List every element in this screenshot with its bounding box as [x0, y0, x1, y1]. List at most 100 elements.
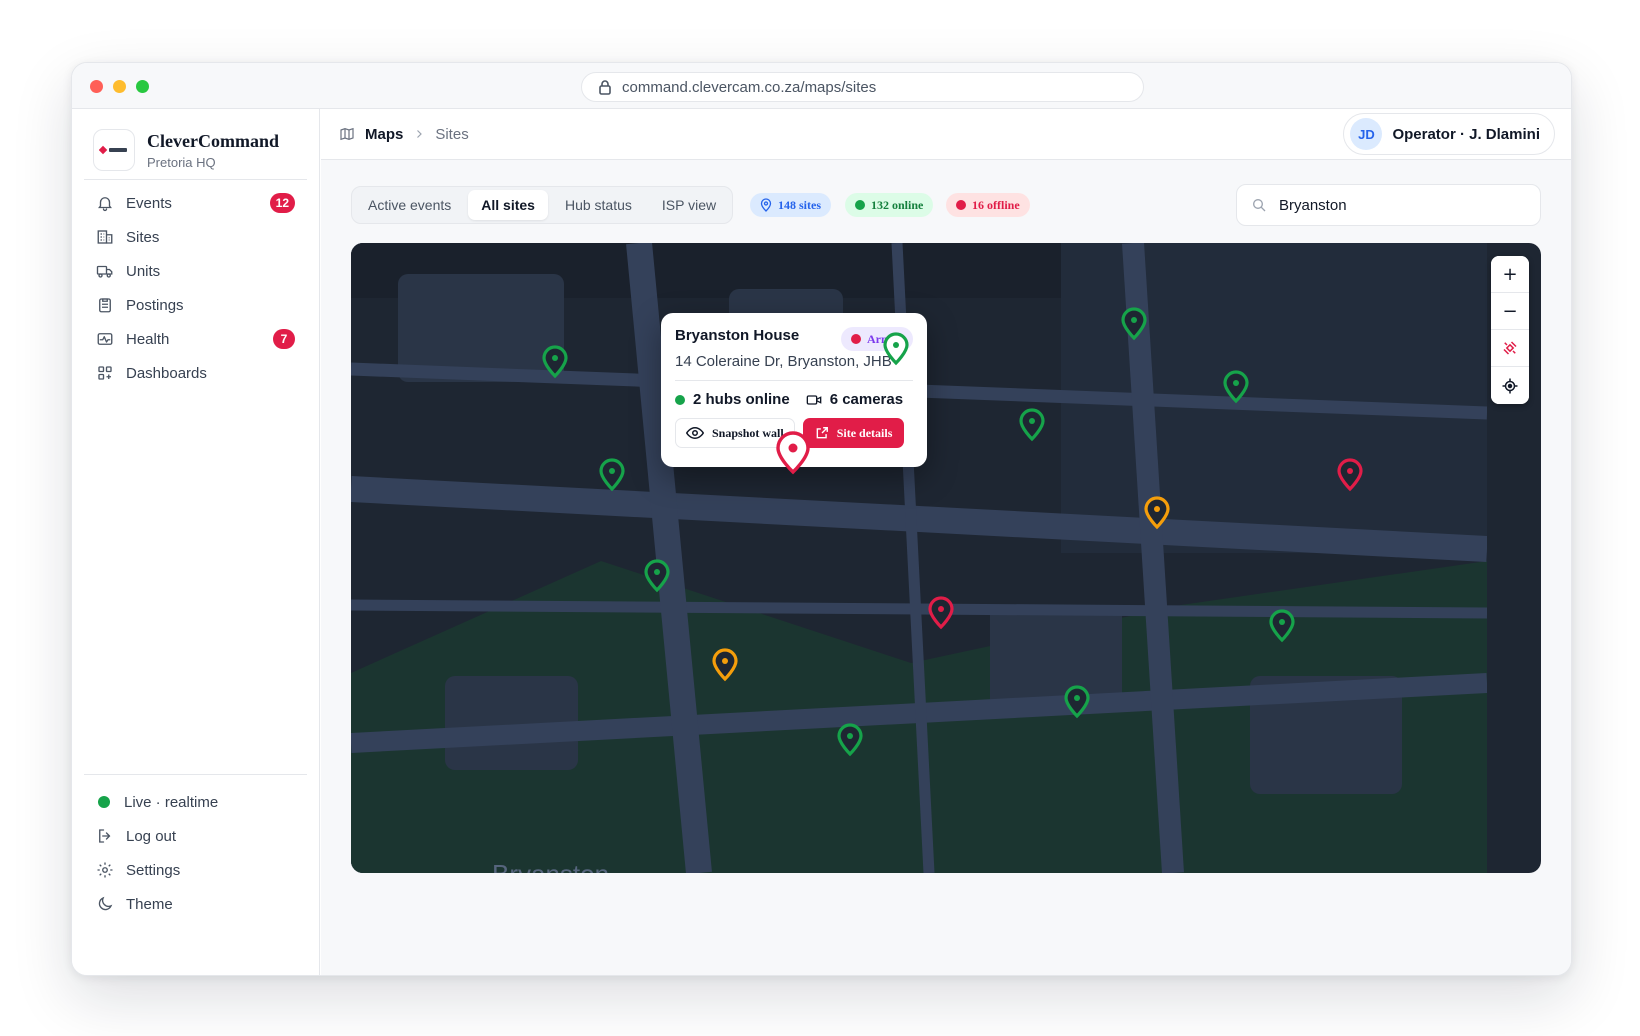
- camera-count: 6 cameras: [829, 391, 904, 408]
- popup-address: 14 Coleraine Dr, Bryanston, JHB: [675, 353, 913, 381]
- offline-count: 16 offline: [972, 197, 1020, 212]
- map-controls: + −: [1491, 256, 1529, 404]
- status-label: Armed: [867, 331, 903, 346]
- moon-icon: [98, 896, 113, 911]
- building-icon: [97, 230, 113, 244]
- online-count-chip: 132 online: [845, 193, 934, 217]
- tab-all-sites[interactable]: All sites: [468, 190, 548, 220]
- address-bar[interactable]: command.clevercam.co.za/maps/sites: [581, 72, 1144, 102]
- sidebar-item-units[interactable]: Units: [84, 254, 307, 288]
- site-popup: Bryanston House Armed 14 Coleraine Dr, B…: [661, 313, 927, 467]
- locate-button[interactable]: [1491, 367, 1529, 404]
- avatar: JD: [1350, 118, 1383, 150]
- grid-icon: [98, 366, 112, 380]
- snapshot-wall-label: Snapshot wall: [712, 425, 784, 440]
- sidebar-item-label: Units: [126, 262, 161, 280]
- map-toolbar: Active events All sites Hub status ISP v…: [351, 184, 1541, 226]
- sidebar-item-label: Events: [126, 194, 172, 212]
- browser-window: command.clevercam.co.za/maps/sites Cleve…: [71, 62, 1572, 976]
- site-details-button[interactable]: Site details: [802, 418, 905, 448]
- satellite-icon: [1503, 341, 1517, 355]
- sidebar-item-events[interactable]: Events 12: [84, 186, 307, 220]
- online-count: 132 online: [871, 197, 924, 212]
- logout-label: Log out: [126, 827, 177, 845]
- footer-nav: Live · realtime Log out Settings Theme: [84, 785, 307, 921]
- sites-count: 148 sites: [778, 197, 821, 212]
- truck-icon: [96, 265, 113, 278]
- minimize-window-button[interactable]: [113, 80, 126, 93]
- top-bar: Maps Sites JD Operator · J. Dlamini: [321, 109, 1571, 160]
- eye-icon: [686, 426, 704, 440]
- brand-logo: [93, 129, 135, 171]
- clipboard-icon: [99, 298, 111, 313]
- settings-label: Settings: [126, 861, 181, 879]
- map-area-label: Bryanston: [492, 859, 609, 873]
- live-status: Live · realtime: [84, 785, 307, 819]
- zoom-out-button[interactable]: −: [1491, 293, 1529, 330]
- sidebar-item-sites[interactable]: Sites: [84, 220, 307, 254]
- gear-icon: [97, 862, 113, 878]
- search-box[interactable]: [1236, 184, 1541, 226]
- camera-icon: [806, 394, 822, 405]
- theme-label: Theme: [126, 895, 173, 913]
- sidebar-divider: [84, 179, 307, 180]
- tab-isp-view[interactable]: ISP view: [649, 190, 729, 220]
- brand-subtitle: Pretoria HQ: [147, 154, 216, 170]
- close-window-button[interactable]: [90, 80, 103, 93]
- theme-toggle[interactable]: Theme: [84, 887, 307, 921]
- settings-button[interactable]: Settings: [84, 853, 307, 887]
- map-icon: [340, 127, 354, 141]
- search-icon: [1253, 199, 1266, 212]
- sidebar-item-label: Sites: [126, 228, 160, 246]
- logout-icon: [99, 829, 111, 843]
- user-menu[interactable]: JD Operator · J. Dlamini: [1343, 113, 1555, 155]
- popup-actions: Snapshot wall Site details: [675, 418, 913, 448]
- external-link-icon: [816, 427, 828, 439]
- tab-hub-status[interactable]: Hub status: [552, 190, 645, 220]
- health-count-badge: 7: [273, 329, 295, 349]
- sidebar-item-label: Health: [126, 330, 170, 348]
- live-status-label: Live · realtime: [124, 793, 219, 811]
- bell-icon: [98, 197, 112, 212]
- site-details-label: Site details: [836, 425, 893, 440]
- sidebar: CleverCommand Pretoria HQ Events 12 Site…: [72, 109, 320, 975]
- main-nav: Events 12 Sites Units Postings Health 7: [84, 186, 307, 390]
- sidebar-item-dashboards[interactable]: Dashboards: [84, 356, 307, 390]
- satellite-toggle[interactable]: [1491, 330, 1529, 367]
- breadcrumb-maps[interactable]: Maps: [365, 126, 403, 143]
- hub-online-dot: [675, 394, 685, 405]
- popup-stats: 2 hubs online 6 cameras: [675, 391, 913, 408]
- search-input[interactable]: [1279, 196, 1519, 214]
- url-text: command.clevercam.co.za/maps/sites: [622, 78, 877, 96]
- view-tabs: Active events All sites Hub status ISP v…: [351, 186, 734, 224]
- offline-dot: [956, 200, 966, 210]
- tab-active-events[interactable]: Active events: [355, 190, 464, 220]
- hubs-online: 2 hubs online: [693, 391, 790, 408]
- maximize-window-button[interactable]: [136, 80, 149, 93]
- sidebar-item-label: Postings: [126, 296, 184, 314]
- brand-name: CleverCommand: [147, 130, 279, 151]
- sidebar-item-postings[interactable]: Postings: [84, 288, 307, 322]
- pulse-icon: [97, 333, 113, 345]
- sites-map[interactable]: Bryanston +: [351, 243, 1541, 873]
- locate-icon: [1502, 378, 1518, 393]
- breadcrumb-sites: Sites: [435, 125, 469, 143]
- breadcrumb: Maps Sites: [321, 126, 469, 143]
- armed-dot: [851, 334, 861, 344]
- offline-count-chip: 16 offline: [946, 193, 1030, 217]
- snapshot-wall-button[interactable]: Snapshot wall: [675, 418, 795, 448]
- zoom-in-button[interactable]: +: [1491, 256, 1529, 293]
- events-count-badge: 12: [269, 193, 295, 213]
- sidebar-item-health[interactable]: Health 7: [84, 322, 307, 356]
- title-bar: command.clevercam.co.za/maps/sites: [72, 63, 1571, 109]
- pin-icon: [760, 198, 772, 212]
- user-name: Operator · J. Dlamini: [1392, 125, 1540, 143]
- sites-count-chip: 148 sites: [750, 193, 831, 217]
- online-dot: [855, 200, 865, 210]
- sidebar-divider: [84, 774, 307, 775]
- hubs-stat: 2 hubs online: [675, 391, 790, 408]
- main-content: Maps Sites JD Operator · J. Dlamini Acti…: [321, 109, 1571, 975]
- logout-button[interactable]: Log out: [84, 819, 307, 853]
- live-indicator: [98, 796, 110, 808]
- sidebar-item-label: Dashboards: [126, 364, 207, 382]
